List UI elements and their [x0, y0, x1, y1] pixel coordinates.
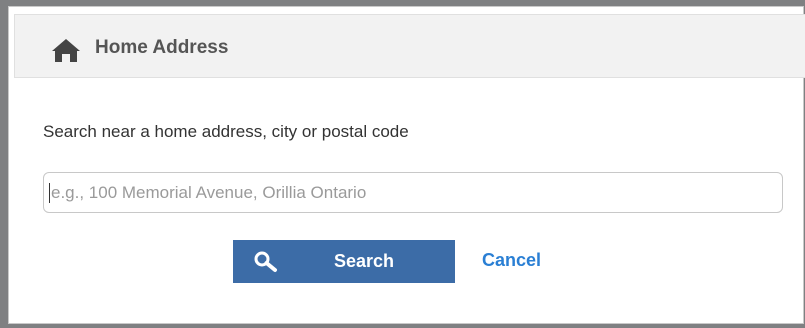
cancel-link[interactable]: Cancel — [482, 250, 541, 270]
address-search-input[interactable] — [43, 172, 783, 213]
search-icon — [254, 251, 278, 273]
dialog-title: Home Address — [95, 37, 229, 58]
search-prompt: Search near a home address, city or post… — [43, 122, 409, 141]
search-button[interactable]: Search — [233, 240, 455, 283]
home-icon — [51, 37, 81, 63]
text-cursor — [49, 183, 50, 203]
search-button-label: Search — [334, 251, 395, 271]
